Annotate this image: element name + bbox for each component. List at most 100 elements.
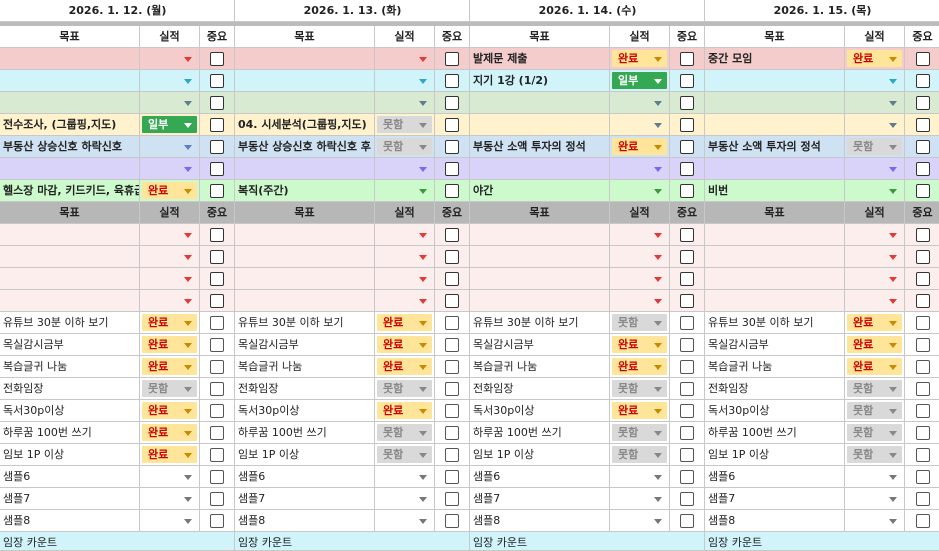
result-dropdown[interactable] [610, 488, 670, 510]
result-dropdown[interactable] [610, 268, 670, 290]
chevron-down-icon[interactable] [889, 452, 897, 458]
result-dropdown[interactable] [140, 92, 200, 114]
goal-cell[interactable]: 샘플7 [0, 488, 140, 510]
chevron-down-icon[interactable] [889, 254, 897, 260]
goal-cell[interactable]: 목실감시금부 [235, 334, 375, 356]
result-dropdown[interactable] [375, 488, 435, 510]
goal-cell[interactable]: 유튜브 30분 이하 보기 [470, 312, 610, 334]
important-checkbox[interactable] [680, 249, 694, 264]
result-dropdown[interactable] [375, 466, 435, 488]
result-dropdown[interactable] [375, 246, 435, 268]
goal-cell[interactable] [235, 290, 375, 312]
chevron-down-icon[interactable] [184, 452, 192, 458]
goal-cell[interactable] [470, 268, 610, 290]
result-dropdown[interactable] [845, 466, 905, 488]
important-checkbox[interactable] [680, 117, 694, 132]
chevron-down-icon[interactable] [654, 320, 662, 326]
goal-cell[interactable] [0, 290, 140, 312]
goal-cell[interactable]: 복습글귀 나눔 [235, 356, 375, 378]
result-dropdown[interactable]: 못함 [845, 444, 905, 466]
goal-cell[interactable]: 샘플6 [705, 466, 845, 488]
result-dropdown[interactable] [140, 488, 200, 510]
chevron-down-icon[interactable] [654, 298, 662, 304]
important-checkbox[interactable] [915, 139, 930, 154]
important-checkbox[interactable] [915, 227, 930, 242]
result-dropdown[interactable] [375, 224, 435, 246]
result-dropdown[interactable] [140, 290, 200, 312]
goal-cell[interactable]: 샘플6 [0, 466, 140, 488]
important-checkbox[interactable] [210, 249, 224, 264]
important-checkbox[interactable] [915, 271, 930, 286]
chevron-down-icon[interactable] [889, 144, 897, 150]
goal-cell[interactable]: 임보 1P 이상 [470, 444, 610, 466]
goal-cell[interactable] [470, 92, 610, 114]
important-checkbox[interactable] [915, 359, 930, 374]
important-checkbox[interactable] [915, 117, 930, 132]
goal-cell[interactable]: 목실감시금부 [0, 334, 140, 356]
chevron-down-icon[interactable] [184, 56, 192, 62]
important-checkbox[interactable] [445, 249, 459, 264]
goal-cell[interactable]: 전수조사, (그룹핑,지도) [0, 114, 140, 136]
important-checkbox[interactable] [445, 161, 459, 176]
important-checkbox[interactable] [680, 271, 694, 286]
result-dropdown[interactable]: 완료 [610, 334, 670, 356]
goal-cell[interactable]: 샘플8 [470, 510, 610, 532]
goal-cell[interactable]: 전화임장 [470, 378, 610, 400]
important-checkbox[interactable] [680, 403, 694, 418]
important-checkbox[interactable] [680, 469, 694, 484]
goal-cell[interactable] [0, 268, 140, 290]
important-checkbox[interactable] [680, 73, 694, 88]
result-dropdown[interactable] [610, 114, 670, 136]
goal-cell[interactable] [235, 92, 375, 114]
chevron-down-icon[interactable] [184, 474, 192, 480]
result-dropdown[interactable] [845, 268, 905, 290]
chevron-down-icon[interactable] [654, 430, 662, 436]
chevron-down-icon[interactable] [889, 496, 897, 502]
goal-cell[interactable]: 유튜브 30분 이하 보기 [705, 312, 845, 334]
important-checkbox[interactable] [915, 403, 930, 418]
goal-cell[interactable]: 임보 1P 이상 [235, 444, 375, 466]
important-checkbox[interactable] [445, 73, 459, 88]
chevron-down-icon[interactable] [184, 78, 192, 84]
important-checkbox[interactable] [915, 469, 930, 484]
chevron-down-icon[interactable] [419, 188, 427, 194]
important-checkbox[interactable] [915, 51, 930, 66]
result-dropdown[interactable]: 완료 [845, 356, 905, 378]
goal-cell[interactable]: 독서30p이상 [470, 400, 610, 422]
important-checkbox[interactable] [680, 381, 694, 396]
important-checkbox[interactable] [210, 227, 224, 242]
important-checkbox[interactable] [915, 447, 930, 462]
important-checkbox[interactable] [680, 491, 694, 506]
result-dropdown[interactable] [140, 268, 200, 290]
chevron-down-icon[interactable] [654, 364, 662, 370]
chevron-down-icon[interactable] [889, 518, 897, 524]
goal-cell[interactable]: 샘플6 [235, 466, 375, 488]
important-checkbox[interactable] [445, 293, 459, 308]
result-dropdown[interactable] [140, 136, 200, 158]
result-dropdown[interactable]: 완료 [375, 312, 435, 334]
important-checkbox[interactable] [680, 315, 694, 330]
result-dropdown[interactable] [845, 246, 905, 268]
goal-cell[interactable]: 야간 [470, 180, 610, 202]
goal-cell[interactable]: 샘플7 [705, 488, 845, 510]
result-dropdown[interactable]: 완료 [610, 356, 670, 378]
chevron-down-icon[interactable] [889, 386, 897, 392]
goal-cell[interactable]: 04. 시세분석(그룹핑,지도) [235, 114, 375, 136]
result-dropdown[interactable] [845, 180, 905, 202]
chevron-down-icon[interactable] [184, 100, 192, 106]
important-checkbox[interactable] [445, 51, 459, 66]
goal-cell[interactable]: 샘플7 [470, 488, 610, 510]
result-dropdown[interactable] [375, 92, 435, 114]
chevron-down-icon[interactable] [889, 78, 897, 84]
goal-cell[interactable]: 독서30p이상 [705, 400, 845, 422]
result-dropdown[interactable]: 일부 [610, 70, 670, 92]
important-checkbox[interactable] [915, 425, 930, 440]
important-checkbox[interactable] [210, 139, 224, 154]
important-checkbox[interactable] [445, 381, 459, 396]
important-checkbox[interactable] [915, 249, 930, 264]
important-checkbox[interactable] [445, 403, 459, 418]
chevron-down-icon[interactable] [654, 342, 662, 348]
chevron-down-icon[interactable] [654, 474, 662, 480]
chevron-down-icon[interactable] [889, 100, 897, 106]
important-checkbox[interactable] [210, 513, 224, 528]
